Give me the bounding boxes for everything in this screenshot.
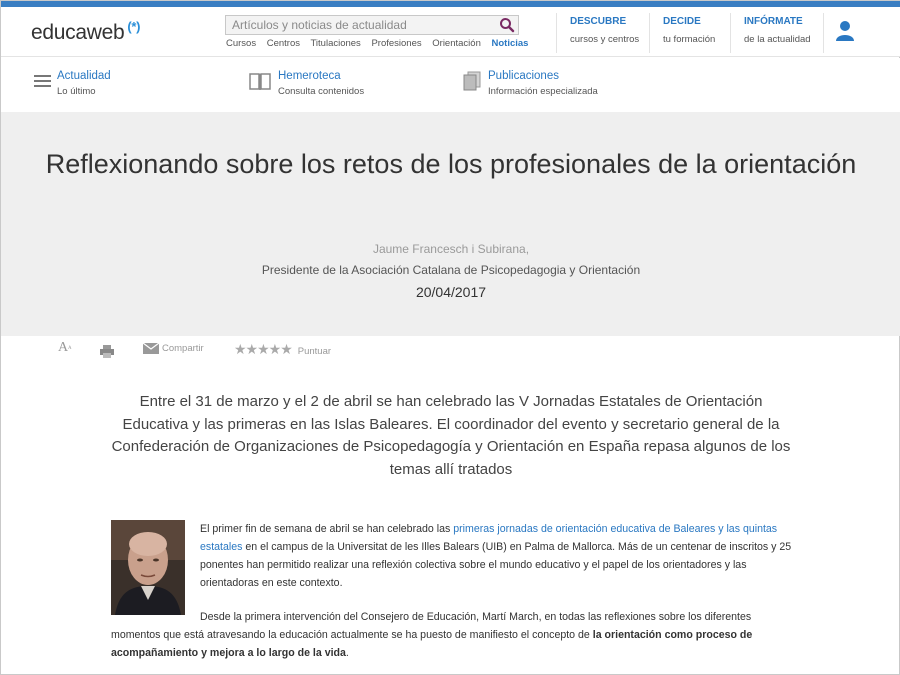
article-hero: Reflexionando sobre los retos de los pro… <box>1 112 900 336</box>
paragraph-1-text-a: El primer fin de semana de abril se han … <box>200 523 454 535</box>
envelope-icon <box>142 342 160 354</box>
top-link-profesiones[interactable]: Profesiones <box>371 38 421 49</box>
nav-descubre-title: DESCUBRE <box>570 16 627 27</box>
article-toolbar: Aᴬ Compartir ★★★★★ Puntuar <box>1 337 900 365</box>
top-link-noticias[interactable]: Noticias <box>492 38 529 49</box>
print-icon[interactable] <box>100 345 114 358</box>
subnav-publicaciones[interactable]: Publicaciones Información especializada <box>462 68 622 104</box>
site-logo[interactable]: educaweb (*) <box>31 19 140 45</box>
subnav-actualidad[interactable]: Actualidad Lo último <box>33 68 133 104</box>
share-label: Compartir <box>162 343 204 355</box>
rate-label: Puntuar <box>297 346 332 357</box>
header-divider <box>556 13 557 53</box>
site-header: educaweb(*) Cursos Centros Titulaciones … <box>1 7 900 57</box>
documents-icon <box>463 71 481 91</box>
nav-decide[interactable]: DECIDE tu formación <box>663 16 715 52</box>
top-link-centros[interactable]: Centros <box>267 38 300 49</box>
subnav-publicaciones-subtitle: Información especializada <box>488 86 598 97</box>
subnav-hemeroteca[interactable]: Hemeroteca Consulta contenidos <box>248 68 388 104</box>
font-size-label: A <box>58 340 69 355</box>
paragraph-2-end: . <box>345 647 349 659</box>
share-button[interactable]: Compartir <box>142 342 204 355</box>
article-lead: Entre el 31 de marzo y el 2 de abril se … <box>111 393 791 478</box>
nav-informate-title: INFÓRMATE <box>744 16 803 27</box>
top-link-orientacion[interactable]: Orientación <box>432 38 481 49</box>
top-links: Cursos Centros Titulaciones Profesiones … <box>226 38 536 49</box>
author-portrait <box>111 520 185 615</box>
top-link-cursos[interactable]: Cursos <box>226 38 256 49</box>
nav-descubre[interactable]: DESCUBRE cursos y centros <box>570 16 639 52</box>
user-icon[interactable] <box>836 20 854 42</box>
article-paragraph-1: El primer fin de semana de abril se han … <box>200 520 800 592</box>
logo-mark: (*) <box>127 19 141 34</box>
list-icon <box>34 75 51 87</box>
subnav-actualidad-subtitle: Lo último <box>57 86 96 97</box>
subnav-publicaciones-title: Publicaciones <box>488 70 559 82</box>
article-paragraph-2: Desde la primera intervención del Consej… <box>111 608 801 662</box>
logo-text: educaweb <box>31 21 125 44</box>
book-icon <box>249 73 271 90</box>
header-divider <box>823 13 824 53</box>
nav-decide-subtitle: tu formación <box>663 34 716 45</box>
header-divider <box>730 13 731 53</box>
article-author: Jaume Francesch i Subirana, <box>372 242 530 256</box>
article-author-role: Presidente de la Asociación Catalana de … <box>261 263 641 277</box>
nav-descubre-subtitle: cursos y centros <box>570 34 640 45</box>
font-size-button[interactable]: Aᴬ <box>58 340 72 356</box>
article-title: Reflexionando sobre los retos de los pro… <box>45 149 857 179</box>
subnav-hemeroteca-subtitle: Consulta contenidos <box>278 86 365 97</box>
nav-informate-subtitle: de la actualidad <box>744 34 811 45</box>
paragraph-1-text-b: en el campus de la Universitat de les Il… <box>200 541 792 589</box>
rating-widget[interactable]: ★★★★★ Puntuar <box>234 341 331 358</box>
top-link-titulaciones[interactable]: Titulaciones <box>310 38 360 49</box>
search-input[interactable] <box>226 16 490 34</box>
subnav-actualidad-title: Actualidad <box>57 70 111 82</box>
search-icon[interactable] <box>499 17 515 33</box>
article-date: 20/04/2017 <box>415 284 487 300</box>
rating-stars[interactable]: ★★★★★ <box>234 341 293 357</box>
section-nav: Actualidad Lo último Hemeroteca Consulta… <box>1 58 900 112</box>
header-divider <box>649 13 650 53</box>
nav-decide-title: DECIDE <box>663 16 701 27</box>
nav-informate[interactable]: INFÓRMATE de la actualidad <box>744 16 811 52</box>
search-box <box>225 15 519 35</box>
author-photo <box>111 520 185 615</box>
subnav-hemeroteca-title: Hemeroteca <box>278 70 341 82</box>
